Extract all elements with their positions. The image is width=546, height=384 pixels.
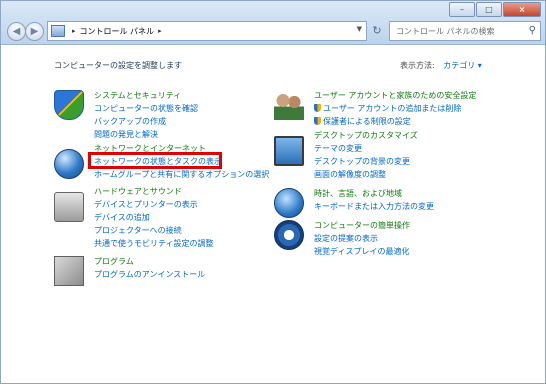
category-title-system-security[interactable]: システムとセキュリティ — [94, 90, 181, 101]
ease-of-access-icon[interactable] — [274, 220, 304, 250]
category-title-ease-of-access[interactable]: コンピューターの簡単操作 — [314, 220, 410, 231]
search-input[interactable]: コントロール パネルの検索 — [396, 26, 495, 37]
refresh-button[interactable]: ↻ — [369, 21, 385, 41]
view-by-dropdown[interactable]: カテゴリ ▾ — [443, 61, 482, 70]
breadcrumb-chevron-icon[interactable]: ▸ — [158, 27, 162, 35]
programs-icon[interactable] — [54, 256, 84, 286]
forward-button[interactable]: ▶ — [25, 22, 44, 41]
address-bar[interactable]: ▸ コントロール パネル ▸ ▼ — [47, 21, 367, 41]
control-panel-icon — [51, 25, 65, 37]
maximize-button[interactable]: □ — [476, 2, 502, 17]
category-appearance: デスクトップのカスタマイズ テーマの変更 デスクトップの背景の変更 画面の解像度… — [274, 130, 514, 179]
category-title-appearance[interactable]: デスクトップのカスタマイズ — [314, 130, 418, 141]
link-connect-projector[interactable]: プロジェクターへの接続 — [94, 225, 182, 236]
close-button[interactable]: × — [503, 2, 541, 17]
link-change-theme[interactable]: テーマの変更 — [314, 143, 362, 154]
category-programs: プログラム プログラムのアンインストール — [54, 256, 274, 286]
link-check-status[interactable]: コンピューターの状態を確認 — [94, 103, 198, 114]
link-optimize-display[interactable]: 視覚ディスプレイの最適化 — [314, 246, 409, 257]
link-screen-resolution[interactable]: 画面の解像度の調整 — [314, 169, 386, 180]
address-dropdown-icon[interactable]: ▼ — [357, 25, 362, 33]
users-icon[interactable] — [274, 90, 304, 120]
shield-icon[interactable] — [54, 90, 84, 120]
printer-icon[interactable] — [54, 192, 84, 222]
main-content: コンピューターの設定を調整します 表示方法: カテゴリ ▾ システムとセキュリテ… — [2, 46, 545, 383]
minimize-button[interactable]: – — [449, 2, 475, 17]
category-hardware-sound: ハードウェアとサウンド デバイスとプリンターの表示 デバイスの追加 プロジェクタ… — [54, 186, 274, 249]
back-button[interactable]: ◀ — [7, 22, 26, 41]
link-desktop-background[interactable]: デスクトップの背景の変更 — [314, 156, 410, 167]
search-box[interactable]: コントロール パネルの検索 ⚲ — [389, 21, 541, 41]
view-by-label: 表示方法: — [400, 61, 435, 70]
monitor-icon[interactable] — [274, 136, 304, 166]
network-globe-icon[interactable] — [54, 149, 84, 179]
view-by: 表示方法: カテゴリ ▾ — [400, 60, 482, 71]
search-icon[interactable]: ⚲ — [529, 25, 536, 36]
breadcrumb-control-panel[interactable]: コントロール パネル — [80, 26, 155, 37]
category-title-clock[interactable]: 時計、言語、および地域 — [314, 188, 402, 199]
navigation-bar: – □ × ◀ ▶ ▸ コントロール パネル ▸ ▼ ↻ コントロール パネルの… — [1, 1, 545, 45]
link-homegroup-sharing[interactable]: ホームグループと共有に関するオプションの選択 — [94, 169, 269, 180]
link-add-device[interactable]: デバイスの追加 — [94, 212, 150, 223]
category-title-programs[interactable]: プログラム — [94, 256, 134, 267]
category-title-user-accounts[interactable]: ユーザー アカウントと家族のための安全設定 — [314, 90, 476, 101]
category-ease-of-access: コンピューターの簡単操作 設定の提案の表示 視覚ディスプレイの最適化 — [274, 220, 514, 260]
category-user-accounts: ユーザー アカウントと家族のための安全設定 ユーザー アカウントの追加または削除… — [274, 90, 514, 130]
link-suggested-settings[interactable]: 設定の提案の表示 — [314, 233, 378, 244]
link-add-remove-accounts-label[interactable]: ユーザー アカウントの追加または削除 — [323, 104, 461, 113]
link-parental-controls[interactable]: 保護者による制限の設定 — [314, 116, 411, 127]
highlight-box — [88, 152, 222, 169]
breadcrumb-separator[interactable]: ▸ — [72, 27, 76, 35]
window-controls: – □ × — [448, 2, 541, 17]
category-system-security: システムとセキュリティ コンピューターの状態を確認 バックアップの作成 問題の発… — [54, 90, 274, 139]
category-clock-language: 時計、言語、および地域 キーボードまたは入力方法の変更 — [274, 188, 514, 218]
link-troubleshoot[interactable]: 問題の発見と解決 — [94, 129, 158, 140]
link-parental-controls-label[interactable]: 保護者による制限の設定 — [323, 117, 411, 126]
clock-globe-icon[interactable] — [274, 188, 304, 218]
link-devices-printers[interactable]: デバイスとプリンターの表示 — [94, 199, 198, 210]
uac-shield-icon — [314, 117, 321, 125]
link-add-remove-accounts[interactable]: ユーザー アカウントの追加または削除 — [314, 103, 461, 114]
link-keyboard-input[interactable]: キーボードまたは入力方法の変更 — [314, 201, 434, 212]
control-panel-window: – □ × ◀ ▶ ▸ コントロール パネル ▸ ▼ ↻ コントロール パネルの… — [0, 0, 546, 384]
uac-shield-icon — [314, 104, 321, 112]
category-title-hardware[interactable]: ハードウェアとサウンド — [94, 186, 182, 197]
page-title: コンピューターの設定を調整します — [54, 61, 182, 70]
link-uninstall-program[interactable]: プログラムのアンインストール — [94, 269, 205, 280]
link-backup[interactable]: バックアップの作成 — [94, 116, 166, 127]
link-mobility-settings[interactable]: 共通で使うモビリティ設定の調整 — [94, 238, 214, 249]
